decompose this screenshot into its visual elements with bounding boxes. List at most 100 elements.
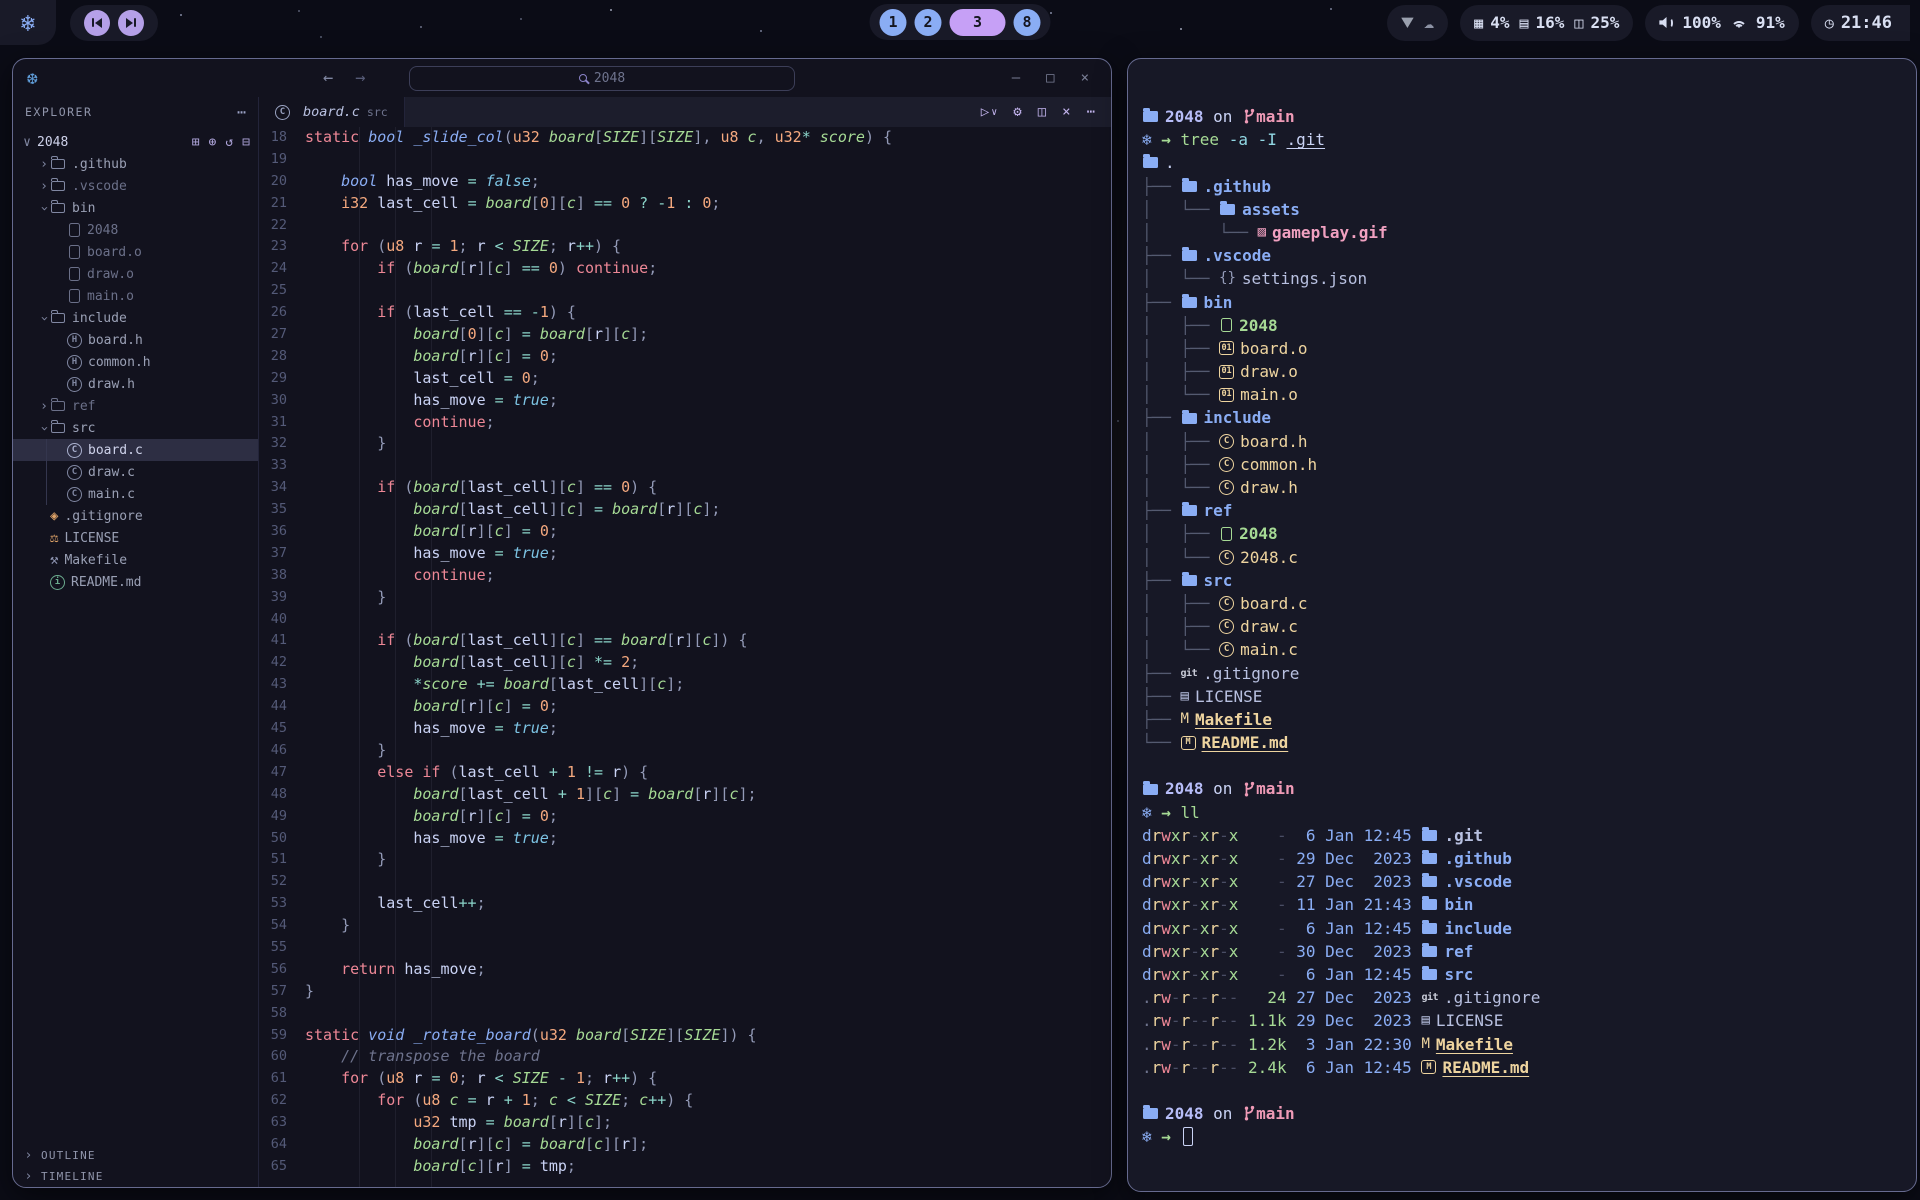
- terminal-content: 2048 on main❄ → tree -a -I .git.├── .git…: [1128, 59, 1916, 1148]
- file-tree-item-common.h[interactable]: Hcommon.h: [13, 351, 258, 373]
- tab-board-c[interactable]: C board.c src: [259, 97, 405, 127]
- nav-back-icon[interactable]: ←: [323, 68, 333, 88]
- explorer-more-icon[interactable]: ⋯: [237, 103, 246, 121]
- run-debug-button[interactable]: ▷∨: [981, 104, 997, 120]
- file-tree-item-bin[interactable]: ›bin: [13, 197, 258, 219]
- disk-icon: ◫: [1574, 14, 1583, 32]
- file-tree-item-main.o[interactable]: main.o: [13, 285, 258, 307]
- file-tree-item-include[interactable]: ›include: [13, 307, 258, 329]
- bin-folder-icon: [1422, 899, 1437, 910]
- clock-icon: ◷: [1825, 14, 1834, 32]
- tree-output-line: │ ├── Cboard.h: [1142, 430, 1906, 453]
- c-source-file-icon: C: [67, 465, 82, 480]
- code-line: 28 board[r][c] = 0;: [259, 346, 1111, 368]
- collapse-folders-icon[interactable]: ⊟: [242, 135, 250, 150]
- code-line: 31 continue;: [259, 412, 1111, 434]
- code-line: 60 // transpose the board: [259, 1046, 1111, 1068]
- memory-usage: 16%: [1536, 13, 1565, 32]
- line-number: 48: [259, 784, 305, 806]
- file-tree-item-.github[interactable]: ›.github: [13, 153, 258, 175]
- file-tree-item-.gitignore[interactable]: ◈.gitignore: [13, 505, 258, 527]
- panel-outline[interactable]: ›OUTLINE: [13, 1145, 258, 1166]
- tab-label: board.c: [303, 104, 360, 120]
- file-tree-item-2048[interactable]: 2048: [13, 219, 258, 241]
- git-icon: git: [1181, 662, 1198, 685]
- tree-output-line: ├── bin: [1142, 291, 1906, 314]
- chevron-expanded-icon: ›: [37, 422, 52, 434]
- settings-gear-icon[interactable]: ⚙: [1013, 104, 1021, 120]
- file-tree-item-ref[interactable]: ›ref: [13, 395, 258, 417]
- file-tree-item-src[interactable]: ›src: [13, 417, 258, 439]
- new-folder-icon[interactable]: ⊕: [209, 135, 217, 150]
- project-root-row[interactable]: ∨ 2048 ⊞⊕↺⊟: [13, 131, 258, 153]
- chevron-collapsed-icon: ›: [38, 399, 50, 414]
- tree-output-line: ├── ref: [1142, 499, 1906, 522]
- media-previous-button[interactable]: [84, 10, 110, 36]
- file-tree-item-board.h[interactable]: Hboard.h: [13, 329, 258, 351]
- shell-prompt-line: 2048 on main: [1142, 105, 1906, 128]
- new-file-icon[interactable]: ⊞: [192, 135, 200, 150]
- file-tree: ›.github›.vscode›bin2048board.odraw.omai…: [13, 153, 258, 593]
- tree-output-line: │ ├── 01draw.o: [1142, 360, 1906, 383]
- git-folder-icon: [1422, 830, 1437, 841]
- terminal-window[interactable]: 2048 on main❄ → tree -a -I .git.├── .git…: [1127, 58, 1917, 1192]
- shell-input-line: ❄ →: [1142, 1125, 1906, 1148]
- tree-output-line: │ └── ▨gameplay.gif: [1142, 221, 1906, 244]
- file-listing-row: .rw-r--r-- 1.2k 3 Jan 22:30 MMakefile: [1142, 1033, 1906, 1056]
- workspace-2[interactable]: 2: [915, 9, 942, 36]
- code-line: 19​: [259, 149, 1111, 171]
- more-actions-icon[interactable]: ⋯: [1087, 104, 1095, 120]
- c-source-file-icon: C: [1219, 642, 1234, 657]
- line-number: 42: [259, 652, 305, 674]
- line-number: 41: [259, 630, 305, 652]
- file-tree-item-board.c[interactable]: Cboard.c: [13, 439, 258, 461]
- minimize-button[interactable]: —: [1012, 70, 1020, 86]
- code-line: 27 board[0][c] = board[r][c];: [259, 324, 1111, 346]
- split-editor-icon[interactable]: ◫: [1038, 104, 1046, 120]
- close-button[interactable]: ×: [1081, 70, 1089, 86]
- file-tree-item-board.o[interactable]: board.o: [13, 241, 258, 263]
- code-line: 53 last_cell++;: [259, 893, 1111, 915]
- command-center-search[interactable]: 2048: [409, 66, 795, 91]
- file-tree-item-draw.o[interactable]: draw.o: [13, 263, 258, 285]
- c-header-file-icon: H: [67, 355, 82, 370]
- code-line: 42 board[last_cell][c] *= 2;: [259, 652, 1111, 674]
- line-number: 47: [259, 762, 305, 784]
- code-line: 58​: [259, 1003, 1111, 1025]
- file-tree-item-main.c[interactable]: Cmain.c: [13, 483, 258, 505]
- line-number: 21: [259, 193, 305, 215]
- run-icon: ▷: [981, 104, 989, 120]
- permissions: .rw-r--r--: [1142, 1056, 1238, 1079]
- binary-file-icon: 01: [1219, 388, 1234, 402]
- refresh-icon[interactable]: ↺: [225, 135, 233, 150]
- file-tree-item-draw.h[interactable]: Hdraw.h: [13, 373, 258, 395]
- code-editor[interactable]: 18static bool _slide_col(u32 board[SIZE]…: [259, 127, 1111, 1187]
- launcher-button[interactable]: ❄: [0, 0, 56, 45]
- c-header-file-icon: C: [1219, 434, 1234, 449]
- folder-icon: [1220, 204, 1235, 215]
- file-listing-row: drwxr-xr-x - 30 Dec 2023 ref: [1142, 940, 1906, 963]
- workspace-3[interactable]: 3: [950, 9, 1006, 36]
- file-tree-item-draw.c[interactable]: Cdraw.c: [13, 461, 258, 483]
- workspace-8[interactable]: 8: [1014, 9, 1041, 36]
- file-tree-item-Makefile[interactable]: ⚒Makefile: [13, 549, 258, 571]
- workspace-1[interactable]: 1: [880, 9, 907, 36]
- file-tree-item-.vscode[interactable]: ›.vscode: [13, 175, 258, 197]
- git-branch-icon: [1242, 108, 1256, 125]
- line-number: 38: [259, 565, 305, 587]
- nav-forward-icon[interactable]: →: [355, 68, 365, 88]
- close-editor-icon[interactable]: ×: [1062, 104, 1070, 120]
- cloud-icon: ☁: [1424, 13, 1434, 33]
- vscode-title-bar[interactable]: ❆ ← → 2048 — □ ×: [13, 59, 1111, 97]
- media-next-button[interactable]: [118, 10, 144, 36]
- file-icon: [69, 289, 80, 303]
- file-tree-item-LICENSE[interactable]: ⚖LICENSE: [13, 527, 258, 549]
- include-folder-icon: [1422, 923, 1437, 934]
- panel-timeline[interactable]: ›TIMELINE: [13, 1166, 258, 1187]
- c-source-file-icon: C: [67, 443, 82, 458]
- code-line: 35 board[last_cell][c] = board[r][c];: [259, 499, 1111, 521]
- maximize-button[interactable]: □: [1046, 70, 1054, 86]
- tree-output-line: └── MREADME.md: [1142, 731, 1906, 754]
- file-tree-item-README.md[interactable]: iREADME.md: [13, 571, 258, 593]
- tree-output-line: ├── src: [1142, 569, 1906, 592]
